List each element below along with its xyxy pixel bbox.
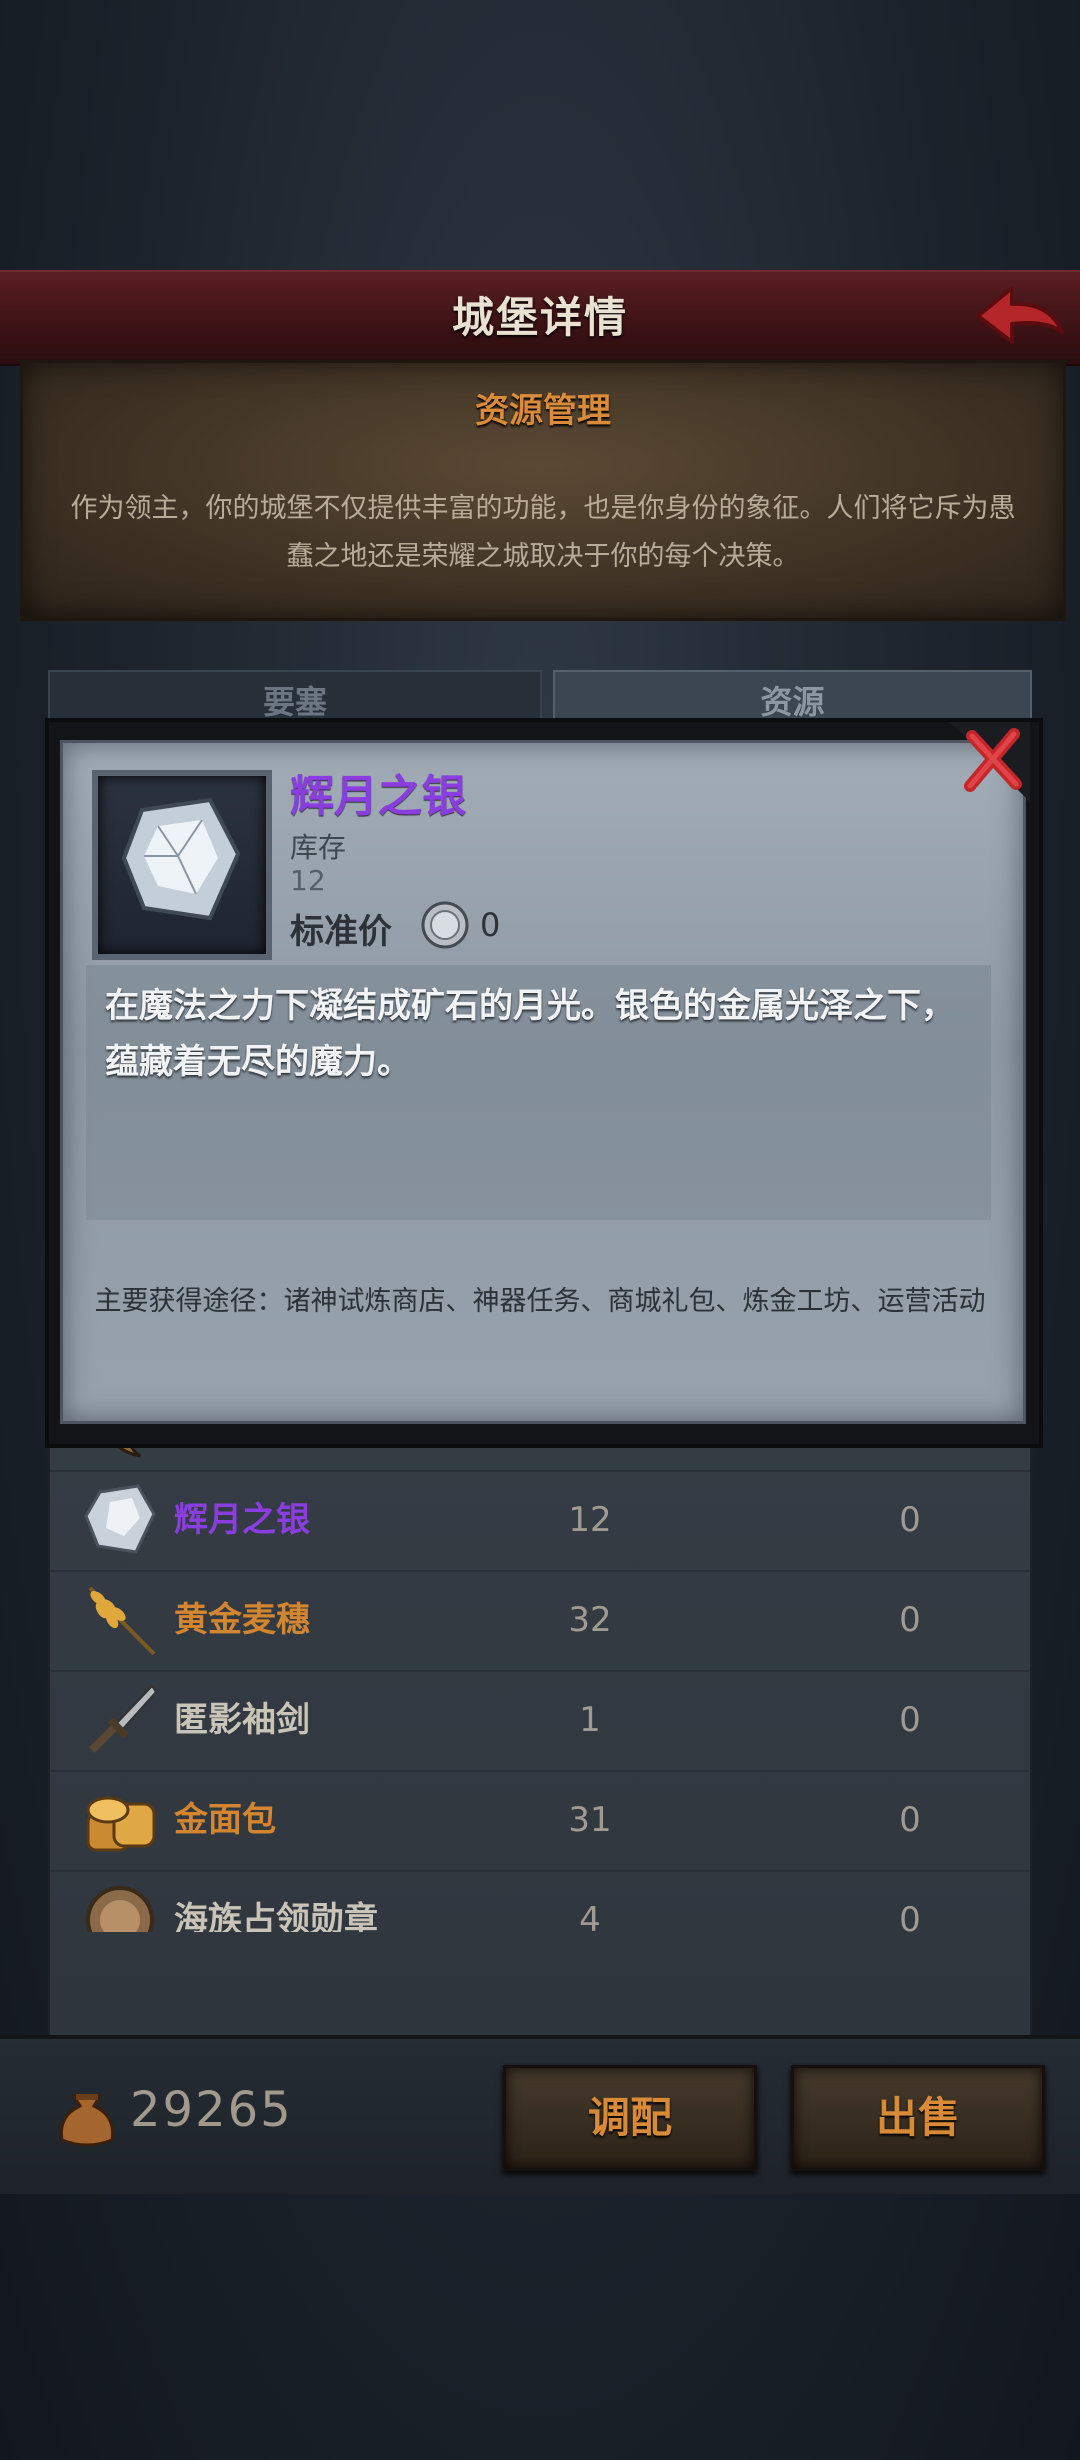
list-item[interactable]: 辉月之银 12 0 — [50, 1470, 1030, 1572]
list-item[interactable]: 匿影袖剑 1 0 — [50, 1670, 1030, 1772]
list-item[interactable]: 金面包 31 0 — [50, 1770, 1030, 1872]
dagger-icon — [80, 1680, 160, 1760]
item-name: 黄金麦穗 — [174, 1600, 310, 1640]
back-button[interactable] — [970, 276, 1070, 356]
item-name: 金面包 — [174, 1800, 276, 1840]
item-count: 4 — [579, 1900, 601, 1932]
item-value: 0 — [899, 1500, 921, 1540]
back-arrow-icon — [976, 286, 1064, 344]
list-item[interactable]: 海族占领勋章 4 0 — [50, 1870, 1030, 1932]
gold-amount: 29265 — [130, 2082, 293, 2138]
stock-label: 库存 — [290, 831, 347, 864]
item-value: 0 — [899, 1600, 921, 1640]
item-name: 辉月之银 — [174, 1500, 310, 1540]
item-value: 0 — [899, 1700, 921, 1740]
page-title: 城堡详情 — [451, 293, 628, 342]
info-description: 作为领主，你的城堡不仅提供丰富的功能，也是你身份的象征。人们将它斥为愚蠢之地还是… — [70, 493, 1016, 572]
silver-ore-icon — [80, 1480, 160, 1560]
header-bar: 城堡详情 — [0, 270, 1080, 366]
item-value: 0 — [899, 1900, 921, 1932]
close-button[interactable] — [950, 722, 1030, 802]
item-count: 12 — [568, 1500, 612, 1540]
adjust-button[interactable]: 调配 — [503, 2065, 757, 2171]
item-count: 32 — [568, 1600, 612, 1640]
modal-item-name: 辉月之银 — [290, 771, 466, 822]
item-name: 匿影袖剑 — [174, 1700, 310, 1740]
silver-coin-icon — [420, 900, 470, 950]
item-icon-frame — [92, 770, 272, 960]
item-name: 海族占领勋章 — [174, 1900, 378, 1932]
silver-ore-icon — [121, 797, 241, 921]
price-value: 0 — [480, 906, 501, 944]
resource-info-panel: 资源管理 作为领主，你的城堡不仅提供丰富的功能，也是你身份的象征。人们将它斥为愚… — [20, 360, 1066, 621]
info-title: 资源管理 — [475, 391, 611, 431]
item-count: 1 — [579, 1700, 601, 1740]
coin-sack-icon — [52, 2080, 122, 2150]
wheat-icon — [80, 1580, 160, 1660]
medal-icon — [80, 1880, 160, 1932]
item-sources: 主要获得途径：诸神试炼商店、神器任务、商城礼包、炼金工坊、运营活动 — [94, 1286, 986, 1317]
list-item[interactable]: 黄金麦穗 32 0 — [50, 1570, 1030, 1672]
bread-icon — [80, 1780, 160, 1860]
stock-value: 12 — [290, 864, 326, 897]
close-icon — [950, 722, 1030, 802]
item-value: 0 — [899, 1800, 921, 1840]
price-label: 标准价 — [290, 912, 392, 952]
item-count: 31 — [568, 1800, 612, 1840]
sell-button[interactable]: 出售 — [791, 2065, 1045, 2171]
item-description: 在魔法之力下凝结成矿石的月光。银色的金属光泽之下，蕴藏着无尽的魔力。 — [105, 986, 955, 1082]
